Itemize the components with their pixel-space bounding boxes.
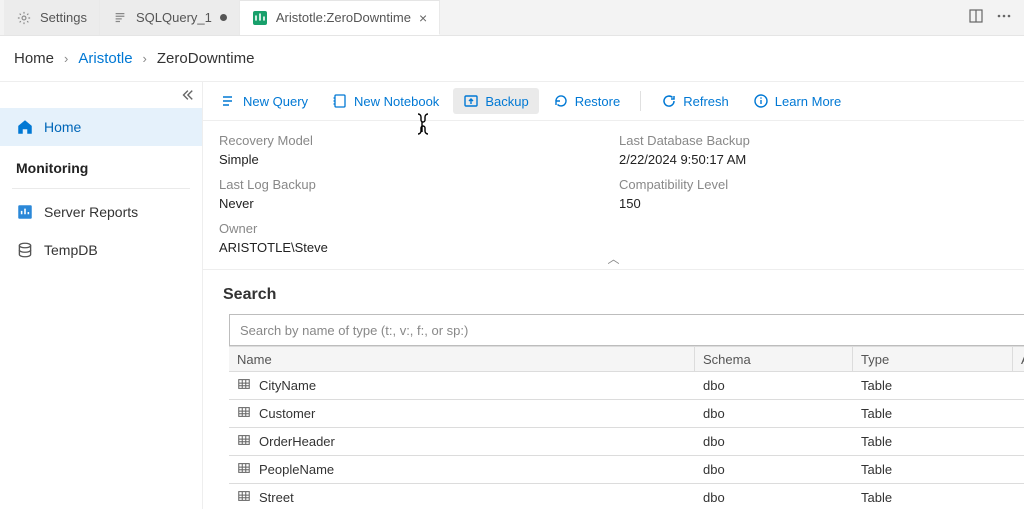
button-label: New Query xyxy=(243,94,308,109)
sidebar-heading: Monitoring xyxy=(0,146,202,184)
table-row[interactable]: Customer dbo Table xyxy=(229,400,1024,428)
breadcrumb-aristotle[interactable]: Aristotle xyxy=(78,50,132,67)
prop-label: Compatibility Level xyxy=(619,175,1008,194)
button-label: Learn More xyxy=(775,94,841,109)
sidebar-item-label: Home xyxy=(44,119,81,135)
database-icon xyxy=(16,241,34,259)
cell-schema: dbo xyxy=(695,490,853,505)
reports-icon xyxy=(16,203,34,221)
cell-schema: dbo xyxy=(695,462,853,477)
new-query-icon xyxy=(221,93,237,109)
tab-aristotle-zerodowntime[interactable]: Aristotle:ZeroDowntime × xyxy=(240,0,440,35)
cell-name: CityName xyxy=(259,378,316,393)
tab-sqlquery[interactable]: SQLQuery_1 xyxy=(100,0,240,35)
table-row[interactable]: PeopleName dbo Table xyxy=(229,456,1024,484)
cell-name: Customer xyxy=(259,406,315,421)
sidebar-item-home[interactable]: Home xyxy=(0,108,202,146)
prop-value: 2/22/2024 9:50:17 AM xyxy=(619,150,1008,175)
button-label: Backup xyxy=(485,94,528,109)
info-icon xyxy=(753,93,769,109)
breadcrumb-current: ZeroDowntime xyxy=(157,50,255,67)
refresh-button[interactable]: Refresh xyxy=(651,88,739,114)
separator xyxy=(640,91,641,111)
prop-label: Owner xyxy=(219,219,619,238)
cell-name: PeopleName xyxy=(259,462,334,477)
sidebar-item-tempdb[interactable]: TempDB xyxy=(0,231,202,269)
divider xyxy=(12,188,190,189)
cell-name: Street xyxy=(259,490,294,505)
cell-type: Table xyxy=(853,434,1013,449)
settings-icon xyxy=(16,10,32,26)
button-label: Refresh xyxy=(683,94,729,109)
close-icon[interactable]: × xyxy=(419,11,427,25)
cell-type: Table xyxy=(853,490,1013,505)
toolbar: New Query New Notebook Backup Restore xyxy=(203,82,1024,121)
chevron-right-icon: › xyxy=(143,51,147,66)
sidebar-item-server-reports[interactable]: Server Reports xyxy=(0,193,202,231)
prop-value: Never xyxy=(219,194,619,219)
tab-settings[interactable]: Settings xyxy=(4,0,100,35)
collapse-sidebar-icon[interactable] xyxy=(180,88,194,105)
backup-button[interactable]: Backup xyxy=(453,88,538,114)
backup-icon xyxy=(463,93,479,109)
prop-value: ARISTOTLE\Steve xyxy=(219,238,619,263)
sidebar-item-label: Server Reports xyxy=(44,204,138,220)
col-type[interactable]: Type xyxy=(853,347,1013,371)
col-schema[interactable]: Schema xyxy=(695,347,853,371)
learn-more-button[interactable]: Learn More xyxy=(743,88,851,114)
table-icon xyxy=(237,433,251,450)
sidebar: Home Monitoring Server Reports TempDB xyxy=(0,82,203,509)
collapse-panel-icon[interactable]: ︿ xyxy=(587,246,639,271)
table-row[interactable]: Street dbo Table xyxy=(229,484,1024,509)
table-row[interactable]: CityName dbo Table xyxy=(229,372,1024,400)
tab-label: SQLQuery_1 xyxy=(136,10,212,25)
refresh-icon xyxy=(661,93,677,109)
table-row[interactable]: OrderHeader dbo Table xyxy=(229,428,1024,456)
table-header: Name Schema Type A xyxy=(229,346,1024,372)
prop-label: Last Log Backup xyxy=(219,175,619,194)
tab-label: Aristotle:ZeroDowntime xyxy=(276,10,411,25)
sql-file-icon xyxy=(112,10,128,26)
more-icon[interactable] xyxy=(996,8,1012,27)
chevron-right-icon: › xyxy=(64,51,68,66)
cell-schema: dbo xyxy=(695,434,853,449)
table-icon xyxy=(237,377,251,394)
notebook-icon xyxy=(332,93,348,109)
col-actions[interactable]: A xyxy=(1013,347,1024,371)
prop-value: Simple xyxy=(219,150,619,175)
new-query-button[interactable]: New Query xyxy=(211,88,318,114)
cell-schema: dbo xyxy=(695,406,853,421)
cell-type: Table xyxy=(853,462,1013,477)
dirty-indicator-icon xyxy=(220,14,227,21)
breadcrumb: Home › Aristotle › ZeroDowntime xyxy=(0,36,1024,82)
prop-label: Recovery Model xyxy=(219,131,619,150)
search-input[interactable] xyxy=(229,314,1024,346)
breadcrumb-home[interactable]: Home xyxy=(14,50,54,67)
button-label: New Notebook xyxy=(354,94,439,109)
objects-table: Name Schema Type A CityName dbo Table Cu… xyxy=(229,346,1024,509)
prop-value: 150 xyxy=(619,194,1008,219)
dashboard-icon xyxy=(252,10,268,26)
cell-name: OrderHeader xyxy=(259,434,335,449)
home-icon xyxy=(16,118,34,136)
restore-icon xyxy=(553,93,569,109)
prop-label: Last Database Backup xyxy=(619,131,1008,150)
table-icon xyxy=(237,461,251,478)
search-heading: Search xyxy=(221,280,1024,314)
property-panel: Recovery Model Simple Last Log Backup Ne… xyxy=(203,121,1024,270)
cell-type: Table xyxy=(853,378,1013,393)
split-editor-icon[interactable] xyxy=(968,8,984,27)
sidebar-item-label: TempDB xyxy=(44,242,98,258)
restore-button[interactable]: Restore xyxy=(543,88,631,114)
table-icon xyxy=(237,489,251,506)
button-label: Restore xyxy=(575,94,621,109)
new-notebook-button[interactable]: New Notebook xyxy=(322,88,449,114)
cell-type: Table xyxy=(853,406,1013,421)
cell-schema: dbo xyxy=(695,378,853,393)
table-icon xyxy=(237,405,251,422)
tab-label: Settings xyxy=(40,10,87,25)
search-section: Search Name Schema Type A CityName dbo T… xyxy=(203,270,1024,509)
col-name[interactable]: Name xyxy=(229,347,695,371)
tab-bar: Settings SQLQuery_1 Aristotle:ZeroDownti… xyxy=(0,0,1024,36)
